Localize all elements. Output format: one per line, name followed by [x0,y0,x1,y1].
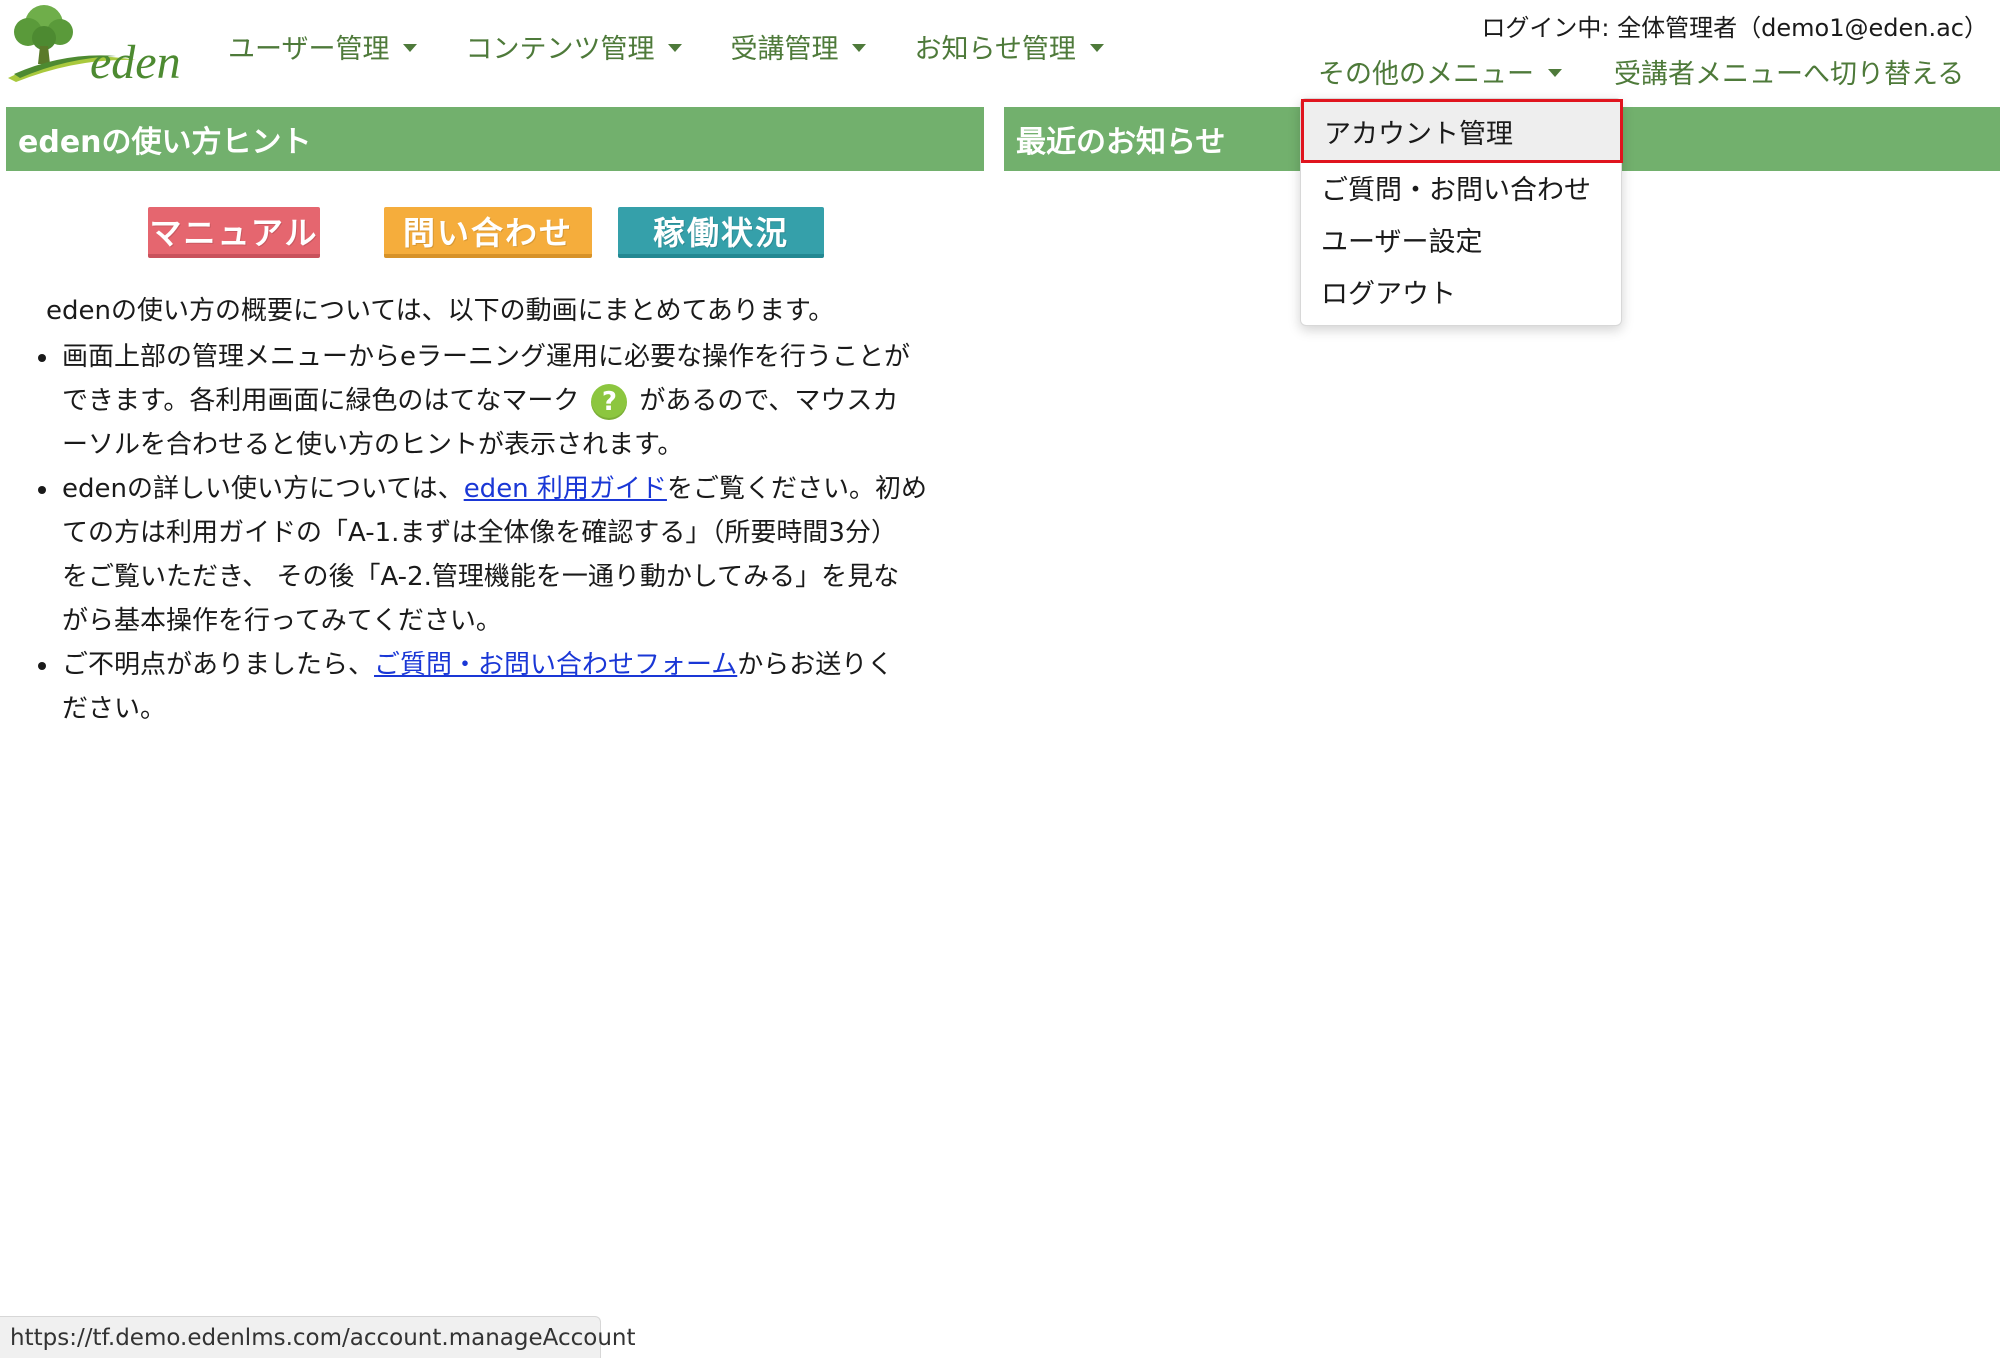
help-question-icon: ? [591,383,628,420]
menu-item-account-management[interactable]: アカウント管理 [1301,99,1623,163]
other-menu-dropdown: アカウント管理 ご質問・お問い合わせ ユーザー設定 ログアウト [1300,98,1623,326]
other-menu-toggle[interactable]: その他のメニュー [1318,52,1562,91]
eden-logo[interactable]: eden [6,2,190,89]
nav-user-management[interactable]: ユーザー管理 [228,26,418,66]
hint-1-line-2: できます。各利用画面に緑色のはてなマーク? があるので、マウスカ [62,379,988,423]
hint-1-line-3: ーソルを合わせると使い方のヒントが表示されます。 [62,430,684,460]
nav-notice-management[interactable]: お知らせ管理 [914,26,1104,66]
nav-course-management-label: 受講管理 [730,33,839,65]
manual-button[interactable]: マニュアル [148,207,320,258]
hint-2-text-a: edenの詳しい使い方については、 [62,474,464,504]
list-item: edenの詳しい使い方については、eden 利用ガイドをご覧ください。初め ての… [38,467,988,643]
other-menu-label: その他のメニュー [1318,59,1534,90]
caret-down-icon [668,43,683,52]
svg-text:eden: eden [90,36,181,84]
hints-panel-title: edenの使い方ヒント [6,107,984,171]
hint-1-text-b: があるので、マウスカ [639,386,899,416]
menu-item-user-settings[interactable]: ユーザー設定 [1301,213,1621,265]
menu-item-logout[interactable]: ログアウト [1301,265,1621,317]
hint-1-line-1: 画面上部の管理メニューからeラーニング運用に必要な操作を行うことが [62,342,910,372]
nav-content-management[interactable]: コンテンツ管理 [465,26,683,66]
nav-course-management[interactable]: 受講管理 [730,26,867,66]
caret-down-icon [1548,69,1562,77]
hint-2-line-3: をご覧いただき、 その後「A-2.管理機能を一通り動かしてみる」を見な [62,562,900,592]
login-info: ログイン中: 全体管理者（demo1@eden.ac） [1481,14,1988,42]
browser-status-url: https://tf.demo.edenlms.com/account.mana… [0,1316,636,1358]
hint-1-text-a: できます。各利用画面に緑色のはてなマーク [62,386,580,416]
caret-down-icon [852,43,867,52]
main-nav: ユーザー管理 コンテンツ管理 受講管理 お知らせ管理 [228,26,1152,66]
hint-2-text-b: をご覧ください。初め [666,474,927,504]
contact-button[interactable]: 問い合わせ [384,207,592,258]
hint-2-line-2: ての方は利用ガイドの「A-1.まずは全体像を確認する」（所要時間3分） [62,518,897,548]
nav-notice-management-label: お知らせ管理 [914,33,1076,65]
list-item: 画面上部の管理メニューからeラーニング運用に必要な操作を行うことが できます。各… [38,335,988,467]
nav-content-management-label: コンテンツ管理 [465,33,655,65]
switch-to-learner-link[interactable]: 受講者メニューへ切り替える [1614,52,1964,91]
list-item: ご不明点がありましたら、ご質問・お問い合わせフォームからお送りく ださい。 [38,643,988,731]
hint-3-line-1: ご不明点がありましたら、ご質問・お問い合わせフォームからお送りく [62,643,988,687]
hint-3-text-a: ご不明点がありましたら、 [62,650,375,680]
contact-form-link[interactable]: ご質問・お問い合わせフォーム [374,650,737,680]
hint-list: 画面上部の管理メニューからeラーニング運用に必要な操作を行うことが できます。各… [38,335,988,731]
nav-user-management-label: ユーザー管理 [228,33,390,65]
hint-2-line-4: がら基本操作を行ってみてください。 [62,606,502,636]
caret-down-icon [1089,43,1104,52]
hint-2-line-1: edenの詳しい使い方については、eden 利用ガイドをご覧ください。初め [62,467,988,511]
hint-3-line-2: ださい。 [62,694,167,724]
intro-text: edenの使い方の概要については、以下の動画にまとめてあります。 [46,296,835,326]
hint-3-text-b: からお送りく [737,650,894,680]
eden-guide-link[interactable]: eden 利用ガイド [464,474,667,504]
caret-down-icon [403,43,418,52]
menu-item-inquiry[interactable]: ご質問・お問い合わせ [1301,161,1621,213]
status-button[interactable]: 稼働状況 [618,207,824,258]
